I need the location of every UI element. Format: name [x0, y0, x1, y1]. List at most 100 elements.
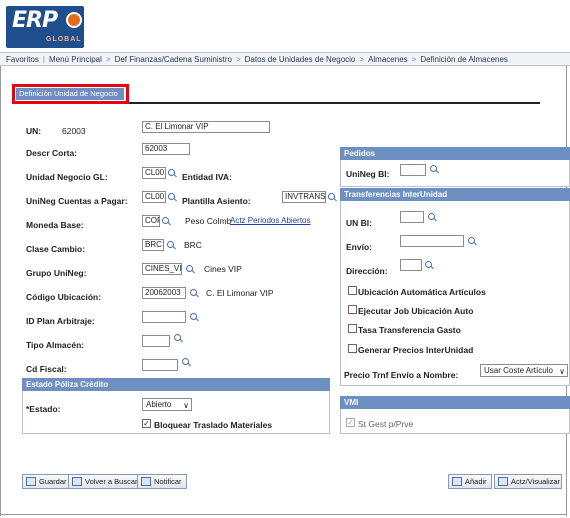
- search-icon[interactable]: [190, 313, 199, 322]
- notify-icon: [141, 477, 151, 486]
- precio-trnf-label: Precio Trnf Envío a Nombre:: [344, 370, 459, 380]
- tasa-transferencia-label: Tasa Transferencia Gasto: [358, 325, 461, 335]
- logo-globe-icon: [66, 12, 82, 28]
- logo-sub-text: GLOBAL: [46, 36, 82, 43]
- moneda-label: Moneda Base:: [26, 220, 84, 230]
- chevron-down-icon: ∨: [183, 401, 189, 410]
- transferencias-header: Transferencias InterUnidad: [340, 188, 570, 201]
- precio-trnf-value: Usar Coste Artículo: [484, 366, 553, 375]
- ubicacion-auto-checkbox[interactable]: [348, 286, 357, 295]
- cod-ubicacion-label: Código Ubicación:: [26, 292, 102, 302]
- frame-bottom-border: [0, 514, 567, 515]
- anadir-button[interactable]: Añadir: [448, 474, 492, 489]
- descr-corta-label: Descr Corta:: [26, 148, 78, 158]
- guardar-button[interactable]: Guardar: [22, 474, 72, 489]
- search-icon[interactable]: [186, 265, 195, 274]
- grupo-unineg-field[interactable]: CINES_VIP: [142, 263, 182, 275]
- guardar-label: Guardar: [39, 477, 67, 486]
- st-gest-checkbox: ✓: [346, 418, 355, 427]
- search-icon[interactable]: [430, 165, 439, 174]
- id-plan-label: ID Plan Arbitraje:: [26, 316, 95, 326]
- moneda-description: Peso Colmb: [185, 216, 232, 226]
- un-bi-field[interactable]: [400, 211, 424, 223]
- search-icon[interactable]: [168, 169, 177, 178]
- cd-fiscal-field[interactable]: [142, 359, 178, 371]
- tab-definicion-unidad[interactable]: Definición Unidad de Negocio: [16, 88, 124, 100]
- bloquear-checkbox[interactable]: ✓: [142, 419, 151, 428]
- clase-cambio-description: BRC: [184, 240, 202, 250]
- estado-value: Abierto: [146, 400, 172, 409]
- anadir-label: Añadir: [465, 477, 487, 486]
- direccion-label: Dirección:: [346, 266, 388, 276]
- clase-cambio-field[interactable]: BRC: [142, 239, 164, 251]
- volver-buscar-label: Volver a Buscar: [85, 477, 138, 486]
- ung-gl-label: Unidad Negocio GL:: [26, 172, 108, 182]
- actz-visualizar-label: Actz/Visualizar: [511, 477, 561, 486]
- grupo-unineg-label: Grupo UniNeg:: [26, 268, 87, 278]
- tipo-almacen-label: Tipo Almacén:: [26, 340, 85, 350]
- notificar-button[interactable]: Notificar: [137, 474, 187, 489]
- un-value: 62003: [62, 126, 86, 136]
- tasa-transferencia-checkbox[interactable]: [348, 324, 357, 333]
- estado-select[interactable]: Abierto ∨: [142, 398, 192, 411]
- cd-fiscal-label: Cd Fiscal:: [26, 364, 67, 374]
- bloquear-label: Bloquear Traslado Materiales: [154, 420, 273, 430]
- id-plan-field[interactable]: [142, 311, 186, 323]
- volver-buscar-button[interactable]: Volver a Buscar: [68, 474, 143, 489]
- st-gest-label: St Gest p/Prve: [358, 419, 414, 429]
- ung-cp-label: UniNeg Cuentas a Pagar:: [26, 196, 128, 206]
- moneda-field[interactable]: COP: [142, 215, 160, 227]
- nav-separator: >: [359, 54, 365, 64]
- search-icon[interactable]: [174, 334, 183, 343]
- nav-separator: >: [105, 54, 111, 64]
- breadcrumb: Favoritos | Menú Principal > Def Finanzas/…: [0, 52, 570, 66]
- search-icon[interactable]: [428, 213, 437, 222]
- direccion-field[interactable]: [400, 259, 422, 271]
- ung-gl-field[interactable]: CL001: [142, 167, 166, 179]
- cod-ubicacion-field[interactable]: 20062003: [142, 287, 186, 299]
- nav-separator: >: [235, 54, 241, 64]
- generar-precios-checkbox[interactable]: [348, 344, 357, 353]
- unineg-bi-field[interactable]: [400, 164, 426, 176]
- nav-definicion-almacenes[interactable]: Definición de Almacenes: [420, 55, 508, 64]
- search-list-icon: [72, 477, 82, 486]
- nav-datos-unidades[interactable]: Datos de Unidades de Negocio: [245, 55, 356, 64]
- nav-def-finanzas[interactable]: Def Finanzas/Cadena Suministro: [115, 55, 232, 64]
- plantilla-label: Plantilla Asiento:: [182, 196, 251, 206]
- search-icon[interactable]: [190, 289, 199, 298]
- search-icon[interactable]: [168, 193, 177, 202]
- pedidos-header: Pedidos: [340, 147, 570, 160]
- app-header: [0, 0, 570, 52]
- ejecutar-job-checkbox[interactable]: [348, 305, 357, 314]
- plantilla-field[interactable]: INVTRANS: [282, 191, 326, 203]
- notificar-label: Notificar: [154, 477, 182, 486]
- save-icon: [26, 477, 36, 486]
- un-label: UN:: [26, 126, 42, 136]
- view-icon: [498, 477, 508, 486]
- ejecutar-job-label: Ejecutar Job Ubicación Auto: [358, 306, 474, 316]
- chevron-down-icon: ∨: [559, 367, 565, 376]
- estado-poliza-header: Estado Póliza Crédito: [22, 378, 330, 391]
- ung-cp-field[interactable]: CL001: [142, 191, 166, 203]
- nav-menu-principal[interactable]: Menú Principal: [49, 55, 102, 64]
- search-icon[interactable]: [468, 237, 477, 246]
- vmi-header: VMI: [340, 396, 570, 409]
- grupo-unineg-description: Cines VIP: [204, 264, 242, 274]
- descr-corta-field[interactable]: 62003: [142, 143, 190, 155]
- nav-divider: |: [42, 54, 45, 64]
- actz-visualizar-button[interactable]: Actz/Visualizar: [494, 474, 562, 489]
- search-icon[interactable]: [328, 193, 337, 202]
- unineg-bi-label: UniNeg BI:: [346, 169, 390, 179]
- nav-almacenes[interactable]: Almacenes: [368, 55, 408, 64]
- nav-separator: >: [411, 54, 417, 64]
- nav-favoritos[interactable]: Favoritos: [6, 55, 39, 64]
- search-icon[interactable]: [425, 261, 434, 270]
- tipo-almacen-field[interactable]: [142, 335, 170, 347]
- search-icon[interactable]: [167, 241, 176, 250]
- search-icon[interactable]: [182, 358, 191, 367]
- precio-trnf-select[interactable]: Usar Coste Artículo ∨: [480, 364, 568, 377]
- actz-periodos-link[interactable]: Actz Periodos Abiertos: [230, 216, 310, 225]
- envio-field[interactable]: [400, 235, 464, 247]
- un-description-field[interactable]: C. El Limonar VIP: [142, 121, 270, 133]
- search-icon[interactable]: [162, 217, 171, 226]
